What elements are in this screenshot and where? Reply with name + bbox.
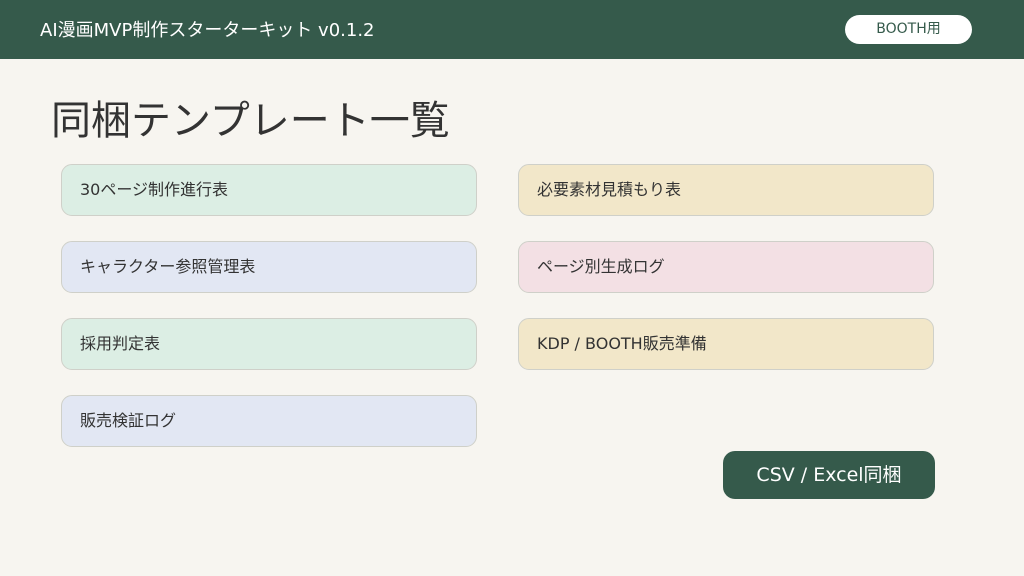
template-card-page-generation-log: ページ別生成ログ	[518, 241, 934, 293]
template-card-progress-sheet: 30ページ制作進行表	[61, 164, 477, 216]
template-card-sales-validation-log: 販売検証ログ	[61, 395, 477, 447]
template-card-character-reference: キャラクター参照管理表	[61, 241, 477, 293]
template-card-adoption-judgment: 採用判定表	[61, 318, 477, 370]
template-card-material-estimate: 必要素材見積もり表	[518, 164, 934, 216]
app-title: AI漫画MVP制作スターターキット v0.1.2	[40, 20, 375, 41]
page-title: 同梱テンプレート一覧	[51, 98, 450, 144]
template-card-kdp-booth-prep: KDP / BOOTH販売準備	[518, 318, 934, 370]
booth-badge: BOOTH用	[845, 15, 972, 44]
csv-excel-button[interactable]: CSV / Excel同梱	[723, 451, 935, 499]
header-bar: AI漫画MVP制作スターターキット v0.1.2 BOOTH用	[0, 0, 1024, 59]
